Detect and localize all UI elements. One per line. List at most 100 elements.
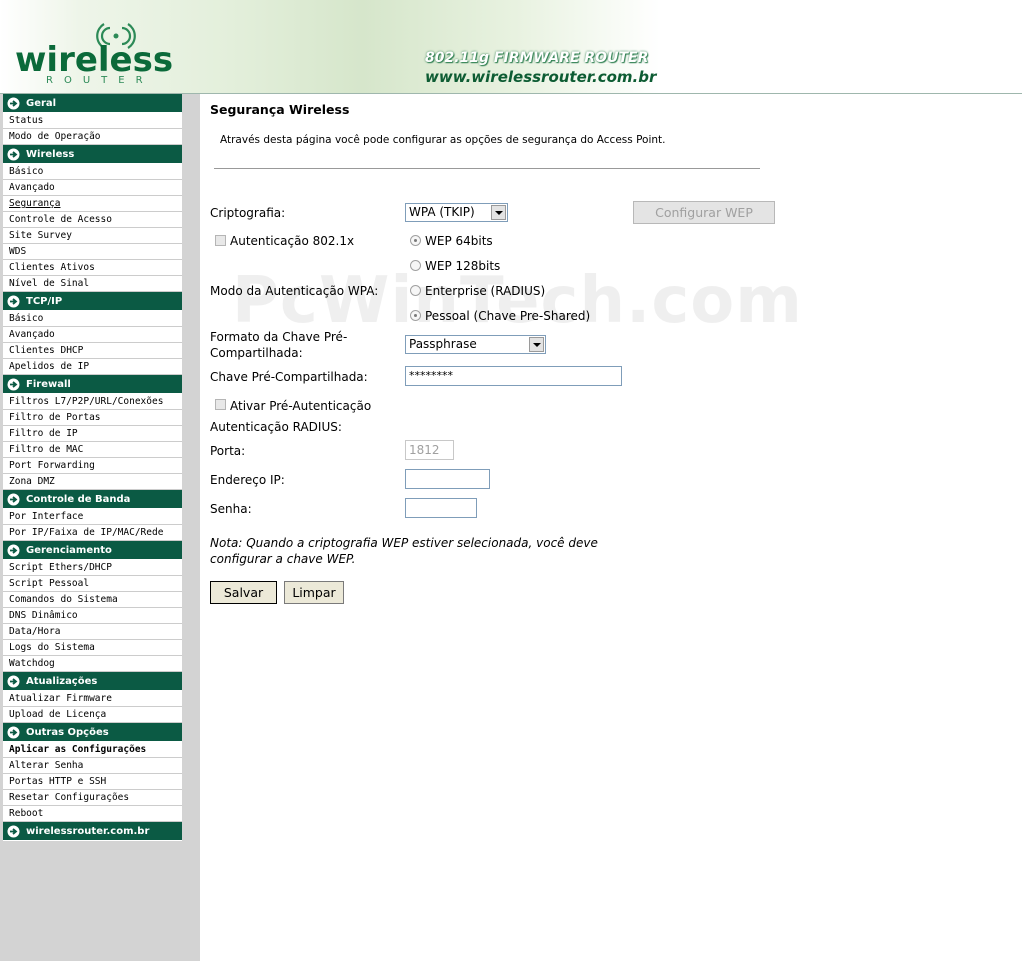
sidebar-item-filtros-l7-p2p-url-conexoes[interactable]: Filtros L7/P2P/URL/Conexões <box>3 394 182 410</box>
sidebar-section-label: wirelessrouter.com.br <box>26 826 150 837</box>
auth-8021x-checkbox[interactable] <box>215 235 226 246</box>
sidebar-item-por-ip-faixa-de-ip-mac-rede[interactable]: Por IP/Faixa de IP/MAC/Rede <box>3 525 182 541</box>
sidebar-item-avancado[interactable]: Avançado <box>3 327 182 343</box>
sidebar-section-outras-opcoes: Outras Opções <box>3 723 182 742</box>
modo-wpa-label: Modo da Autenticação WPA: <box>210 284 379 298</box>
sidebar-section-wirelessrouter-com-br[interactable]: wirelessrouter.com.br <box>3 822 182 841</box>
divider <box>214 168 760 169</box>
sidebar-menu: Geral Status Modo de Operação Wireless Básic… <box>3 94 182 841</box>
sidebar-section-label: Geral <box>26 98 57 109</box>
chave-label: Chave Pré-Compartilhada: <box>210 370 368 384</box>
sidebar-section-label: Firewall <box>26 379 71 390</box>
sidebar-item-nivel-de-sinal[interactable]: Nível de Sinal <box>3 276 182 292</box>
limpar-button[interactable]: Limpar <box>284 581 344 604</box>
chevron-down-icon <box>529 337 544 352</box>
logo-wordmark: wireless <box>15 40 174 80</box>
ip-input[interactable] <box>405 469 490 489</box>
sidebar-item-filtro-de-mac[interactable]: Filtro de MAC <box>3 442 182 458</box>
formato-label-1: Formato da Chave Pré- <box>210 330 348 344</box>
sidebar-item-data-hora[interactable]: Data/Hora <box>3 624 182 640</box>
sidebar-item-status[interactable]: Status <box>3 113 182 129</box>
configurar-wep-button[interactable]: Configurar WEP <box>633 201 775 224</box>
sidebar-item-site-survey[interactable]: Site Survey <box>3 228 182 244</box>
porta-input[interactable]: 1812 <box>405 440 454 460</box>
auth-8021x-label: Autenticação 802.1x <box>230 234 355 248</box>
radius-label: Autenticação RADIUS: <box>210 420 342 434</box>
sidebar-item-logs-do-sistema[interactable]: Logs do Sistema <box>3 640 182 656</box>
sidebar-item-filtro-de-ip[interactable]: Filtro de IP <box>3 426 182 442</box>
sidebar-section-wireless: Wireless <box>3 145 182 164</box>
sidebar-item-script-pessoal[interactable]: Script Pessoal <box>3 576 182 592</box>
sidebar-item-portas-http-e-ssh[interactable]: Portas HTTP e SSH <box>3 774 182 790</box>
sidebar-item-alterar-senha[interactable]: Alterar Senha <box>3 758 182 774</box>
sidebar-item-script-ethers-dhcp[interactable]: Script Ethers/DHCP <box>3 560 182 576</box>
chevron-down-icon <box>491 205 506 220</box>
enterprise-radio[interactable] <box>410 285 421 296</box>
sidebar-section-label: TCP/IP <box>26 296 63 307</box>
sidebar: Geral Status Modo de Operação Wireless Básic… <box>0 94 200 961</box>
wep128-radio[interactable] <box>410 260 421 271</box>
sidebar-section-label: Controle de Banda <box>26 494 131 505</box>
sidebar-item-apelidos-de-ip[interactable]: Apelidos de IP <box>3 359 182 375</box>
sidebar-item-basico[interactable]: Básico <box>3 164 182 180</box>
sidebar-item-reboot[interactable]: Reboot <box>3 806 182 822</box>
sidebar-section-tcp-ip: TCP/IP <box>3 292 182 311</box>
logo-subtitle: ROUTER <box>46 75 154 86</box>
pessoal-radio[interactable] <box>410 310 421 321</box>
sidebar-section-gerenciamento: Gerenciamento <box>3 541 182 560</box>
sidebar-item-upload-de-licenca[interactable]: Upload de Licença <box>3 707 182 723</box>
sidebar-item-seguranca[interactable]: Segurança <box>3 196 182 212</box>
pessoal-label: Pessoal (Chave Pre-Shared) <box>425 309 591 323</box>
senha-label: Senha: <box>210 502 252 516</box>
sidebar-item-clientes-ativos[interactable]: Clientes Ativos <box>3 260 182 276</box>
sidebar-section-geral: Geral <box>3 94 182 113</box>
header-tagline: 802.11g FIRMWARE ROUTER <box>425 50 649 66</box>
formato-select[interactable]: Passphrase <box>405 335 546 354</box>
sidebar-item-dns-dinamico[interactable]: DNS Dinâmico <box>3 608 182 624</box>
sidebar-section-label: Gerenciamento <box>26 545 112 556</box>
sidebar-item-wds[interactable]: WDS <box>3 244 182 260</box>
page-title: Segurança Wireless <box>210 102 350 117</box>
note-line-2: configurar a chave WEP. <box>210 552 356 566</box>
header-banner: wireless ROUTER 802.11g FIRMWARE ROUTER … <box>0 0 1022 94</box>
sidebar-item-port-forwarding[interactable]: Port Forwarding <box>3 458 182 474</box>
sidebar-item-por-interface[interactable]: Por Interface <box>3 509 182 525</box>
arrow-right-icon <box>7 825 20 838</box>
preauth-label: Ativar Pré-Autenticação <box>230 399 372 413</box>
watermark: PcWinTech.com <box>232 264 803 338</box>
note-line-1: Nota: Quando a criptografia WEP estiver … <box>210 536 598 550</box>
sidebar-item-filtro-de-portas[interactable]: Filtro de Portas <box>3 410 182 426</box>
sidebar-item-avancado[interactable]: Avançado <box>3 180 182 196</box>
sidebar-item-zona-dmz[interactable]: Zona DMZ <box>3 474 182 490</box>
sidebar-section-label: Atualizações <box>26 676 98 687</box>
sidebar-section-firewall: Firewall <box>3 375 182 394</box>
main-content: PcWinTech.com Segurança Wireless Através… <box>210 94 1010 961</box>
sidebar-item-resetar-configuracoes[interactable]: Resetar Configurações <box>3 790 182 806</box>
sidebar-item-basico[interactable]: Básico <box>3 311 182 327</box>
sidebar-item-modo-de-operacao[interactable]: Modo de Operação <box>3 129 182 145</box>
preauth-checkbox[interactable] <box>215 399 226 410</box>
page-description: Através desta página você pode configura… <box>220 134 666 146</box>
sidebar-item-aplicar-as-configuracoes[interactable]: Aplicar as Configurações <box>3 742 182 758</box>
porta-label: Porta: <box>210 444 246 458</box>
criptografia-select[interactable]: WPA (TKIP) <box>405 203 508 222</box>
arrow-right-icon <box>7 675 20 688</box>
chave-input[interactable]: ******** <box>405 366 622 386</box>
senha-input[interactable] <box>405 498 477 518</box>
wep128-label: WEP 128bits <box>425 259 501 273</box>
arrow-right-icon <box>7 493 20 506</box>
arrow-right-icon <box>7 544 20 557</box>
sidebar-item-atualizar-firmware[interactable]: Atualizar Firmware <box>3 691 182 707</box>
sidebar-item-controle-de-acesso[interactable]: Controle de Acesso <box>3 212 182 228</box>
formato-select-value: Passphrase <box>409 337 477 351</box>
sidebar-item-comandos-do-sistema[interactable]: Comandos do Sistema <box>3 592 182 608</box>
wep64-label: WEP 64bits <box>425 234 493 248</box>
sidebar-item-watchdog[interactable]: Watchdog <box>3 656 182 672</box>
salvar-button[interactable]: Salvar <box>210 581 277 604</box>
wep64-radio[interactable] <box>410 235 421 246</box>
sidebar-item-clientes-dhcp[interactable]: Clientes DHCP <box>3 343 182 359</box>
header-url: www.wirelessrouter.com.br <box>425 68 657 86</box>
arrow-right-icon <box>7 295 20 308</box>
arrow-right-icon <box>7 378 20 391</box>
sidebar-section-label: Wireless <box>26 149 75 160</box>
